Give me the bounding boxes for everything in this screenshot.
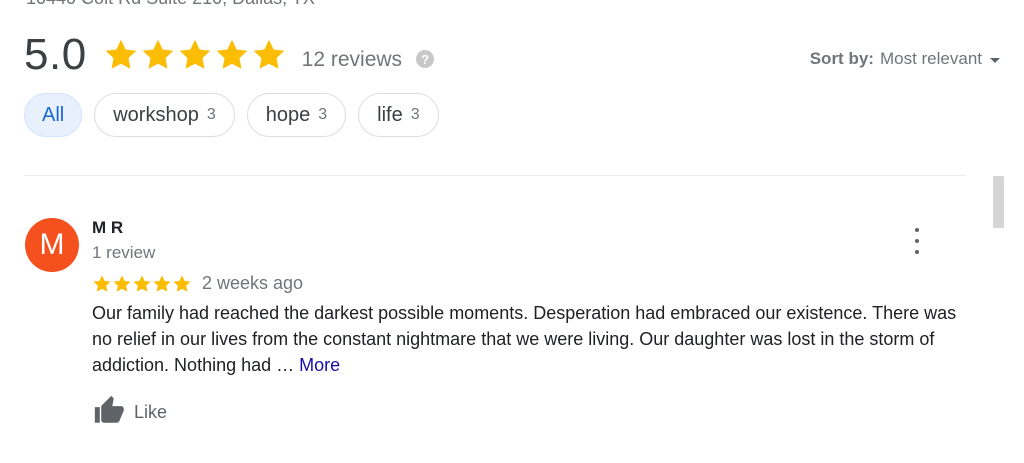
divider bbox=[24, 175, 966, 176]
like-label: Like bbox=[134, 401, 168, 422]
star-icon bbox=[142, 39, 173, 69]
star-icon bbox=[173, 275, 191, 292]
thumbs-up-icon bbox=[94, 395, 124, 423]
place-address: 10440 Coit Rd Suite 210, Dallas, TX bbox=[26, 0, 315, 9]
star-icon bbox=[105, 39, 136, 69]
filter-chip-hope[interactable]: hope 3 bbox=[246, 93, 347, 137]
star-icon bbox=[93, 275, 111, 292]
filter-chip-all[interactable]: All bbox=[24, 93, 83, 137]
sort-dropdown[interactable]: Sort by: Most relevant bbox=[810, 49, 1000, 69]
chip-count: 3 bbox=[206, 106, 216, 123]
chip-label: life bbox=[377, 103, 403, 126]
review-stars bbox=[92, 274, 192, 294]
filter-chip-life[interactable]: life 3 bbox=[358, 93, 439, 137]
review-body: Our family had reached the darkest possi… bbox=[92, 303, 957, 375]
avatar[interactable]: M bbox=[25, 218, 79, 272]
review-count[interactable]: 12 reviews bbox=[302, 48, 402, 72]
like-button[interactable]: Like bbox=[92, 393, 167, 427]
review-date: 2 weeks ago bbox=[202, 273, 304, 293]
chip-label: All bbox=[42, 103, 65, 126]
menu-dot bbox=[915, 250, 919, 254]
average-stars bbox=[103, 37, 288, 73]
star-icon bbox=[216, 39, 247, 69]
reviewer-name[interactable]: M R bbox=[92, 218, 123, 238]
chip-label: hope bbox=[265, 103, 311, 126]
filter-chips: All workshop 3 hope 3 life 3 bbox=[24, 93, 451, 137]
average-rating: 5.0 bbox=[24, 30, 87, 79]
sort-label: Sort by: bbox=[809, 49, 874, 68]
help-icon[interactable]: ? bbox=[416, 50, 435, 68]
star-icon bbox=[113, 275, 131, 292]
reviewer-review-count: 1 review bbox=[92, 243, 156, 262]
chip-count: 3 bbox=[318, 106, 328, 123]
chip-label: workshop bbox=[113, 103, 199, 126]
star-icon bbox=[133, 275, 151, 292]
caret-down-icon[interactable] bbox=[990, 58, 1000, 63]
star-icon bbox=[253, 39, 284, 69]
menu-dot bbox=[915, 239, 919, 243]
scrollbar-thumb[interactable] bbox=[993, 176, 1004, 228]
more-link[interactable]: More bbox=[299, 355, 340, 375]
rating-summary: 5.0 12 reviews ? bbox=[24, 30, 435, 80]
star-icon bbox=[179, 39, 210, 69]
more-vert-icon[interactable] bbox=[907, 228, 927, 254]
review-text: Our family had reached the darkest possi… bbox=[92, 300, 972, 378]
menu-dot bbox=[915, 228, 919, 232]
chip-count: 3 bbox=[410, 106, 420, 123]
filter-chip-workshop[interactable]: workshop 3 bbox=[94, 93, 235, 137]
sort-value[interactable]: Most relevant bbox=[880, 49, 982, 69]
review-rating: 2 weeks ago bbox=[92, 273, 303, 294]
star-icon bbox=[153, 275, 171, 292]
